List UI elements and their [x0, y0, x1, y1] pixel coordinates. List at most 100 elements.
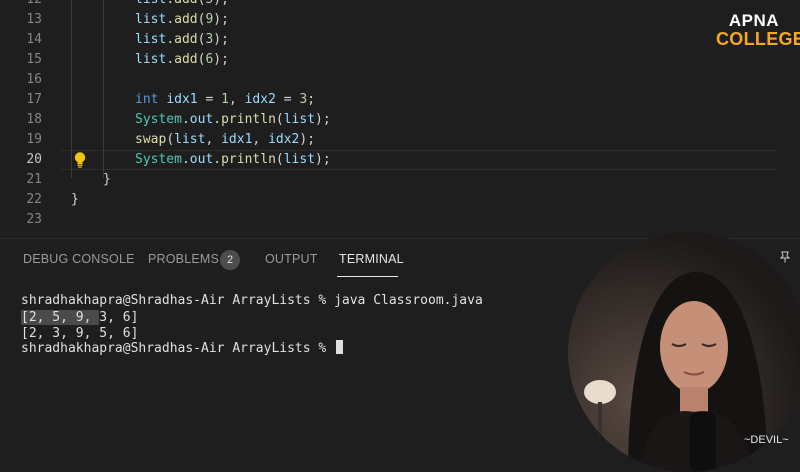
problems-count-badge: 2	[220, 250, 240, 270]
tab-output[interactable]: OUTPUT	[265, 252, 318, 266]
code-line[interactable]: 15 list.add(6);	[0, 50, 800, 70]
line-number: 18	[26, 112, 42, 127]
code-token: 1	[221, 92, 229, 107]
code-token: (	[275, 152, 284, 167]
code-text: list.add(6);	[135, 50, 229, 70]
line-number: 15	[26, 52, 42, 67]
code-editor[interactable]: 12 list.add(5); 13 list.add(9); 14 list.add(3…	[0, 0, 800, 238]
code-line[interactable]: 22}	[0, 190, 800, 210]
code-token: ,	[228, 92, 245, 107]
code-token: .	[166, 52, 175, 67]
code-token: .	[181, 112, 190, 127]
code-token: .	[166, 0, 174, 7]
code-token: (	[166, 132, 175, 147]
terminal-selection[interactable]: [2, 5, 9,	[21, 310, 100, 325]
code-token: System	[135, 112, 182, 127]
code-token: (	[275, 112, 284, 127]
code-token: add	[174, 0, 197, 7]
code-line[interactable]: 12 list.add(5);	[0, 0, 800, 10]
tab-debug-console[interactable]: DEBUG CONSOLE	[23, 252, 135, 266]
code-line[interactable]: 21}	[0, 170, 800, 190]
code-text: int idx1 = 1, idx2 = 3;	[135, 90, 315, 110]
code-token: list	[135, 32, 167, 47]
active-tab-indicator	[337, 276, 398, 277]
code-line[interactable]: 16	[0, 70, 800, 90]
code-token: );	[299, 132, 316, 147]
code-token: list	[174, 132, 206, 147]
code-token: idx1	[166, 92, 198, 107]
code-line[interactable]: 18 System.out.println(list);	[0, 110, 800, 130]
code-token: list	[135, 12, 167, 27]
code-token: add	[174, 52, 198, 67]
code-token: idx2	[268, 132, 300, 147]
lightbulb-icon[interactable]	[73, 151, 87, 169]
code-text: swap(list, idx1, idx2);	[135, 130, 315, 150]
code-line[interactable]: 13 list.add(9);	[0, 10, 800, 30]
code-token: ,	[205, 132, 222, 147]
code-text: System.out.println(list);	[135, 150, 331, 170]
terminal-line: shradhakhapra@Shradhas-Air ArrayLists % …	[21, 293, 483, 308]
code-text: list.add(3);	[135, 30, 229, 50]
code-text: }	[103, 170, 111, 190]
code-token: println	[221, 152, 276, 167]
logo-line-2: COLLEGE	[716, 29, 800, 49]
code-line[interactable]: 17 int idx1 = 1, idx2 = 3;	[0, 90, 800, 110]
terminal-cursor	[336, 340, 344, 354]
code-token: idx2	[244, 92, 276, 107]
code-token: out	[189, 112, 214, 127]
code-token: .	[166, 32, 175, 47]
code-token: }	[103, 172, 111, 187]
code-token: );	[213, 32, 229, 47]
logo-line-1: APNA	[728, 11, 780, 30]
code-token: );	[315, 112, 331, 127]
line-number: 21	[26, 172, 42, 187]
code-token: ;	[307, 92, 316, 107]
line-number: 19	[26, 132, 42, 147]
code-token: );	[213, 52, 229, 67]
code-token: .	[166, 12, 175, 27]
line-number: 17	[26, 92, 42, 107]
code-token: list	[135, 0, 166, 7]
code-token: add	[174, 32, 198, 47]
code-token: .	[181, 152, 190, 167]
line-number: 16	[26, 72, 42, 87]
line-number: 12	[0, 0, 42, 10]
code-token: out	[189, 152, 214, 167]
code-token: list	[135, 52, 167, 67]
terminal-prompt-line[interactable]: shradhakhapra@Shradhas-Air ArrayLists %	[21, 340, 344, 358]
code-token: );	[315, 152, 331, 167]
code-token: .	[213, 152, 222, 167]
code-token: );	[213, 12, 229, 27]
code-token: list	[283, 112, 316, 127]
code-text: list.add(9);	[135, 10, 229, 30]
code-token: ,	[252, 132, 269, 147]
line-number: 23	[26, 212, 42, 227]
tab-problems[interactable]: PROBLEMS	[148, 252, 219, 266]
code-token: =	[275, 92, 300, 107]
tab-terminal[interactable]: TERMINAL	[339, 252, 404, 266]
code-line[interactable]: 23	[0, 210, 800, 230]
code-text: System.out.println(list);	[135, 110, 331, 130]
terminal-text: 3, 6]	[99, 310, 139, 325]
code-text: }	[71, 190, 79, 210]
line-number: 13	[26, 12, 42, 27]
code-token: add	[174, 12, 198, 27]
code-token: System	[135, 152, 182, 167]
code-text: list.add(5);	[135, 0, 229, 10]
code-token: int	[135, 92, 167, 107]
code-line[interactable]: 20 System.out.println(list);	[0, 150, 800, 170]
apna-college-logo: APNA COLLEGE	[716, 11, 800, 49]
watermark: ~DEVIL~	[744, 434, 789, 446]
code-token: println	[221, 112, 276, 127]
code-token: swap	[135, 132, 167, 147]
code-line[interactable]: 19 swap(list, idx1, idx2);	[0, 130, 800, 150]
code-token: .	[213, 112, 222, 127]
code-token: =	[197, 92, 222, 107]
code-token: );	[213, 0, 229, 7]
line-number: 22	[26, 192, 42, 207]
terminal-prompt: shradhakhapra@Shradhas-Air ArrayLists %	[21, 341, 335, 356]
code-token: }	[71, 192, 79, 207]
code-line[interactable]: 14 list.add(3);	[0, 30, 800, 50]
code-token: idx1	[221, 132, 253, 147]
line-number: 20	[26, 152, 42, 167]
